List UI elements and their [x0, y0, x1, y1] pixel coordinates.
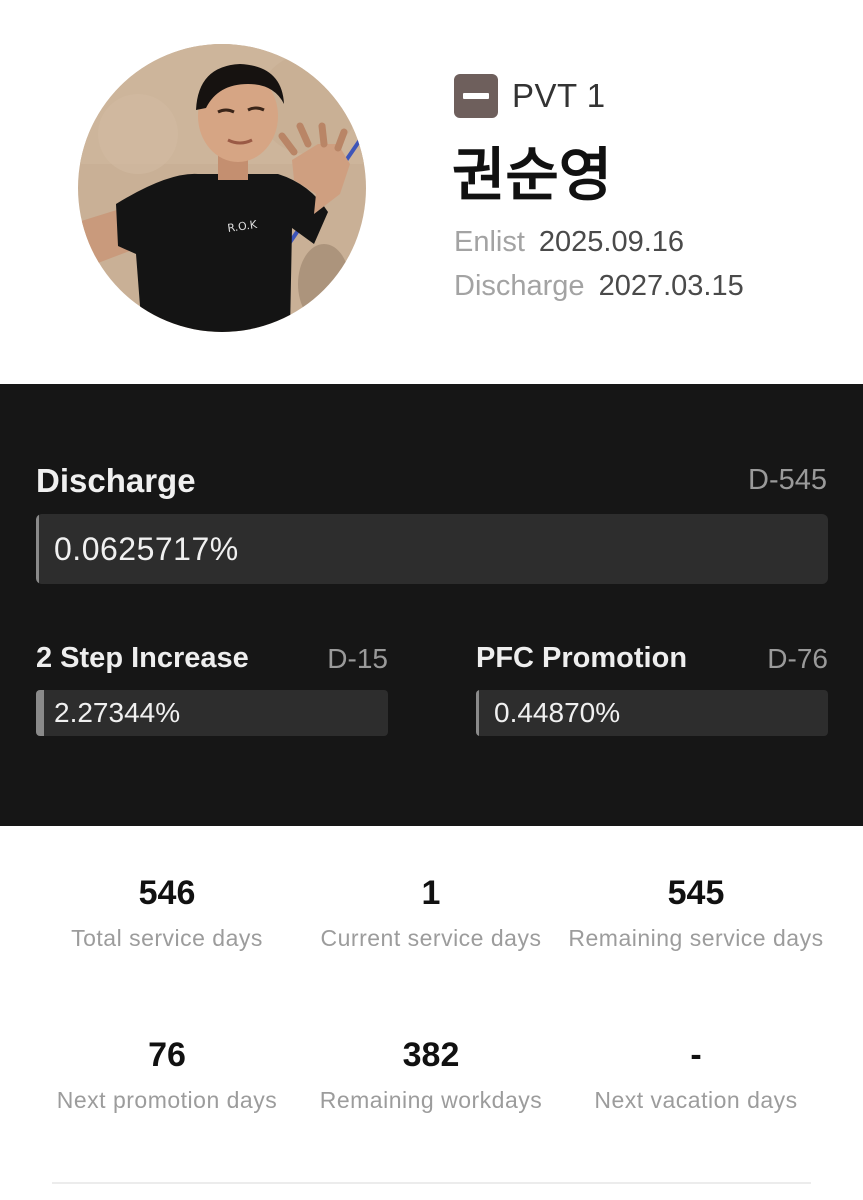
discharge-dday: D-545 [748, 464, 827, 496]
enlist-label: Enlist [454, 226, 525, 258]
step-increase-dday: D-15 [327, 643, 388, 674]
enlist-value: 2025.09.16 [538, 226, 685, 258]
stat-label: Next promotion days [56, 1087, 278, 1113]
stat-value: 545 [667, 874, 725, 912]
stat-value: 546 [138, 874, 196, 912]
promotion-progress-bar: 0.44870% [476, 690, 828, 736]
stat-total-service-days: 546 Total service days [35, 874, 299, 954]
promotion-title: PFC Promotion [476, 642, 688, 674]
promotion-progress-fill [476, 690, 479, 736]
private-rank-icon [454, 74, 498, 118]
rank-label: PVT 1 [512, 77, 606, 114]
step-increase-value: 2.27344% [54, 697, 181, 728]
promotion-value: 0.44870% [494, 697, 621, 728]
avatar[interactable]: R.O.K [78, 44, 366, 332]
profile-header: R.O.K PVT 1 권순영 Enlist 2025.09.16 Dischar… [0, 0, 863, 384]
stat-value: 382 [402, 1036, 460, 1074]
stat-label: Current service days [320, 925, 542, 951]
stat-label: Remaining workdays [319, 1087, 543, 1113]
soldier-name: 권순영 [452, 141, 613, 209]
stat-next-promotion-days: 76 Next promotion days [35, 1036, 299, 1116]
promotion-dday: D-76 [767, 643, 828, 674]
stat-value: - [690, 1036, 702, 1074]
discharge-progress-title: Discharge [36, 462, 196, 499]
stat-remaining-workdays: 382 Remaining workdays [299, 1036, 563, 1116]
stat-current-service-days: 1 Current service days [299, 874, 563, 954]
step-increase-title: 2 Step Increase [36, 642, 249, 674]
progress-panel: Discharge D-545 0.0625717% 2 Step Increa… [0, 384, 863, 826]
discharge-progress-header: Discharge D-545 [36, 462, 827, 502]
discharge-value: 2027.03.15 [598, 270, 744, 302]
stat-next-vacation-days: - Next vacation days [564, 1036, 828, 1116]
service-stats: 546 Total service days 1 Current service… [0, 826, 863, 1200]
discharge-progress-fill [36, 514, 39, 584]
enlist-date-row: Enlist 2025.09.16 [454, 226, 684, 259]
discharge-progress-value: 0.0625717% [54, 531, 239, 567]
step-increase-progress-bar: 2.27344% [36, 690, 388, 736]
stat-remaining-service-days: 545 Remaining service days [564, 874, 828, 954]
stat-label: Next vacation days [594, 1087, 798, 1113]
discharge-date-row: Discharge 2027.03.15 [454, 270, 744, 303]
discharge-label: Discharge [454, 270, 585, 302]
step-increase-progress-fill [36, 690, 44, 736]
discharge-progress-bar: 0.0625717% [36, 514, 828, 584]
stat-value: 76 [148, 1036, 186, 1074]
stat-label: Total service days [71, 925, 263, 951]
service-tracker-screen: R.O.K PVT 1 권순영 Enlist 2025.09.16 Dischar… [0, 0, 863, 1200]
bottom-divider [52, 1182, 811, 1184]
stat-value: 1 [421, 874, 441, 912]
profile-photo: R.O.K [78, 44, 366, 332]
stat-label: Remaining service days [568, 925, 824, 951]
rank-row: PVT 1 [454, 74, 606, 118]
